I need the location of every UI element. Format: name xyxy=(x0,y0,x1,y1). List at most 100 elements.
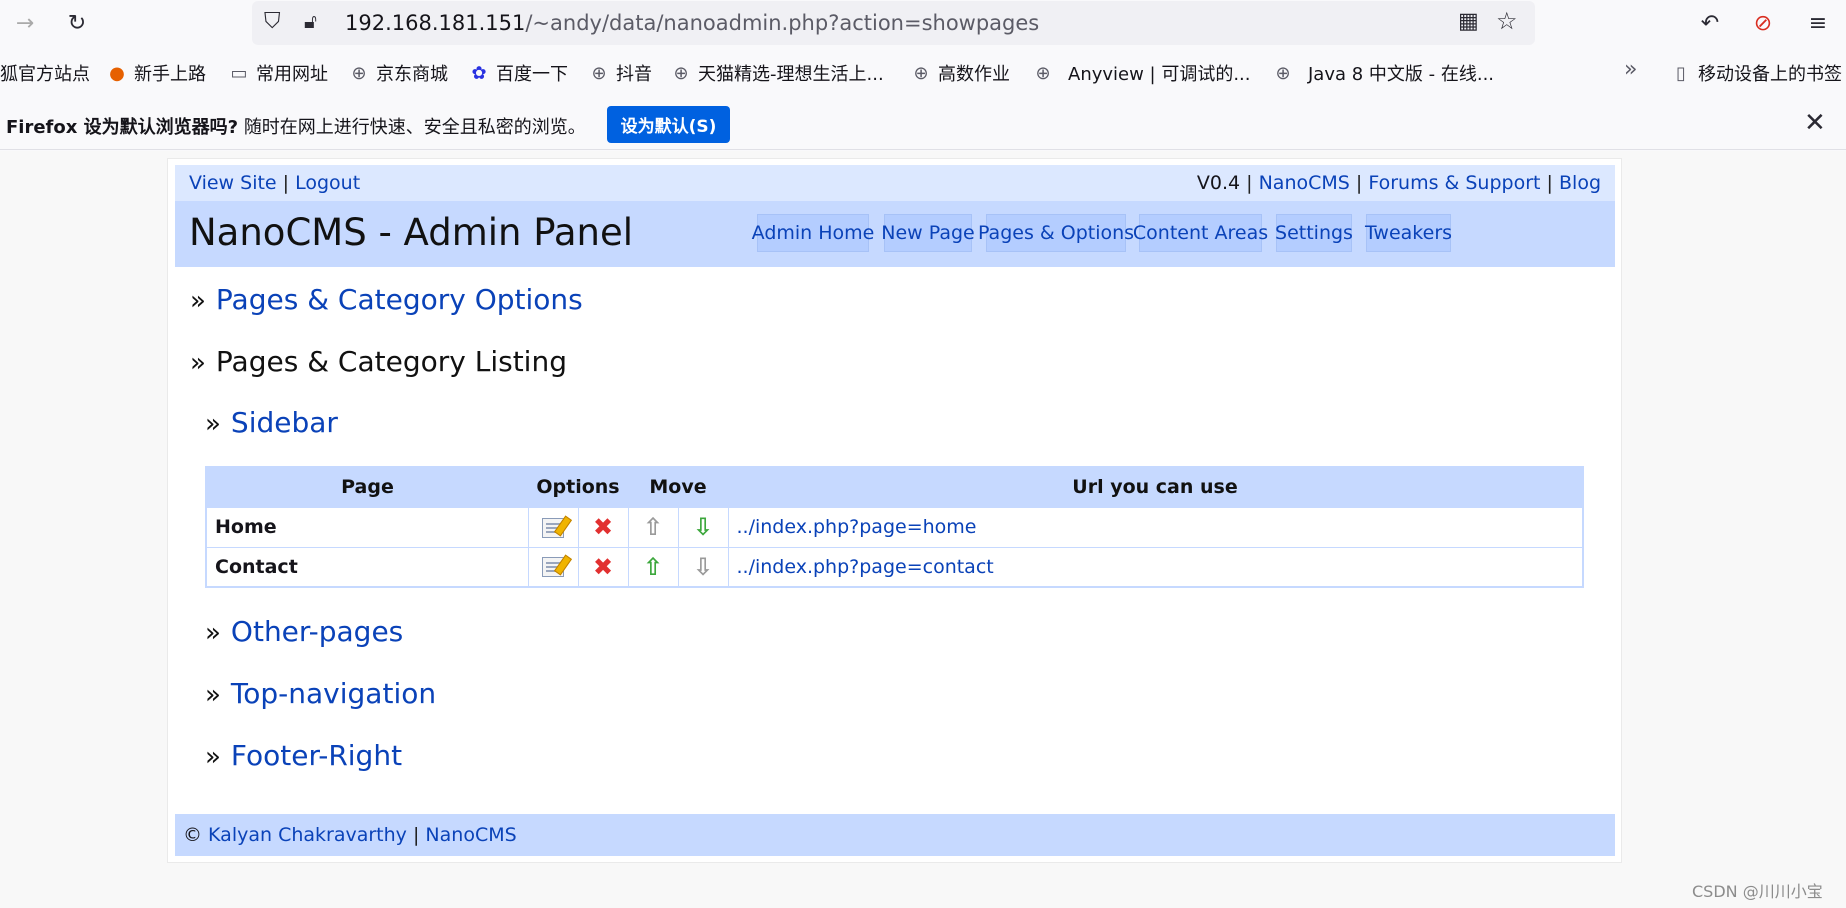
star-bookmark-icon[interactable]: ☆ xyxy=(1496,7,1518,35)
reload-icon[interactable]: ↻ xyxy=(60,6,94,40)
category-heading: » Other-pages xyxy=(205,615,403,648)
table-row: Home ✖ ⇧ ⇩ ../index.php?page=home xyxy=(205,506,1584,548)
author-link[interactable]: Kalyan Chakravarthy xyxy=(208,824,407,846)
browser-toolbar: → ↻ ⛉ 🔓︎ 192.168.181.151/~andy/data/nano… xyxy=(0,0,1846,46)
nav-tweakers[interactable]: Tweakers xyxy=(1365,214,1452,252)
admin-panel: View Site | Logout V0.4 | NanoCMS | Foru… xyxy=(167,158,1622,863)
copyright-symbol: © xyxy=(183,824,202,846)
bookmarks-bar: 狐官方站点 ● 新手上路 ▭ 常用网址 ⊕ 京东商城 ✿ 百度一下 ⊕ 抖音 ⊕ 天猫精选-… xyxy=(0,50,1846,96)
bookmark-item[interactable]: ⊕ 京东商城 xyxy=(348,60,448,86)
url-bar[interactable]: ⛉ 🔓︎ 192.168.181.151/~andy/data/nanoadmi… xyxy=(252,1,1535,45)
globe-icon: ⊕ xyxy=(1275,62,1291,84)
version-label: V0.4 xyxy=(1196,172,1241,194)
blog-link[interactable]: Blog xyxy=(1559,172,1601,194)
url-text[interactable]: 192.168.181.151/~andy/data/nanoadmin.php… xyxy=(345,11,1039,35)
pages-category-options-link[interactable]: Pages & Category Options xyxy=(216,283,583,316)
view-site-link[interactable]: View Site xyxy=(189,172,277,194)
forward-icon[interactable]: → xyxy=(8,6,42,40)
globe-icon: ⊕ xyxy=(1035,62,1051,84)
column-header-move: Move xyxy=(628,467,728,507)
column-header-options: Options xyxy=(528,467,628,507)
nav-admin-home[interactable]: Admin Home xyxy=(752,214,874,252)
folder-icon: ▭ xyxy=(230,62,248,84)
nav-pages-options[interactable]: Pages & Options xyxy=(978,214,1134,252)
category-heading: » Sidebar xyxy=(205,406,338,439)
category-top-navigation-link[interactable]: Top-navigation xyxy=(231,677,436,710)
bookmark-item[interactable]: ⊕ Java 8 中文版 - 在线... xyxy=(1272,60,1494,86)
baidu-icon: ✿ xyxy=(471,62,487,84)
edit-page-button[interactable] xyxy=(527,506,579,548)
separator: | xyxy=(1355,172,1363,194)
separator: | xyxy=(1546,172,1553,194)
page-name: Home xyxy=(205,506,529,548)
admin-header: NanoCMS - Admin Panel Admin Home New Pag… xyxy=(175,201,1615,267)
separator: | xyxy=(1246,172,1253,194)
globe-icon: ⊕ xyxy=(591,62,607,84)
move-up-button: ⇧ xyxy=(627,506,679,548)
shield-icon[interactable]: ⛉ xyxy=(264,9,281,34)
category-heading: » Footer-Right xyxy=(205,739,402,772)
close-icon[interactable]: ✕ xyxy=(1804,108,1826,138)
bookmark-item[interactable]: ✿ 百度一下 xyxy=(468,60,568,86)
globe-icon: ⊕ xyxy=(673,62,689,84)
nanocms-link[interactable]: NanoCMS xyxy=(1259,172,1350,194)
listing-heading-text: Pages & Category Listing xyxy=(215,345,567,378)
raquo-marker: » xyxy=(190,286,206,316)
delete-page-button[interactable]: ✖ xyxy=(577,546,629,588)
raquo-marker: » xyxy=(205,409,221,439)
move-down-button[interactable]: ⇩ xyxy=(677,506,729,548)
insecure-lock-icon[interactable]: 🔓︎ xyxy=(304,9,317,33)
mobile-bookmarks[interactable]: ▯ 移动设备上的书签 xyxy=(1670,60,1842,86)
bookmarks-overflow-icon[interactable]: » xyxy=(1624,57,1637,82)
forums-support-link[interactable]: Forums & Support xyxy=(1368,172,1540,194)
logout-link[interactable]: Logout xyxy=(295,172,360,194)
separator: | xyxy=(282,172,290,194)
table-row: Contact ✖ ⇧ ⇩ ../index.php?page=contact xyxy=(205,546,1584,588)
listing-heading: » Pages & Category Listing xyxy=(190,345,567,378)
bookmark-item[interactable]: 狐官方站点 xyxy=(0,60,90,86)
nav-settings[interactable]: Settings xyxy=(1275,214,1353,252)
bookmark-item[interactable]: ⊕ 抖音 xyxy=(588,60,652,86)
pages-table: Page Options Move Url you can use Home ✖… xyxy=(205,466,1584,588)
page-url-cell: ../index.php?page=home xyxy=(727,506,1584,548)
page-url-link[interactable]: ../index.php?page=home xyxy=(737,516,977,538)
blocked-extension-icon[interactable]: ⊘ xyxy=(1746,6,1780,40)
bookmark-item[interactable]: ▭ 常用网址 xyxy=(228,60,328,86)
arrow-down-icon: ⇩ xyxy=(692,513,714,541)
page-url-cell: ../index.php?page=contact xyxy=(727,546,1584,588)
bookmark-item[interactable]: ● 新手上路 xyxy=(106,60,206,86)
bookmark-item[interactable]: ⊕ Anyview | 可调试的... xyxy=(1032,60,1250,86)
bookmark-item[interactable]: ⊕ 高数作业 xyxy=(910,60,1010,86)
delete-icon: ✖ xyxy=(592,513,614,541)
notification-text: Firefox 设为默认浏览器吗? 随时在网上进行快速、安全且私密的浏览。 xyxy=(6,117,586,138)
nav-content-areas[interactable]: Content Areas xyxy=(1133,214,1268,252)
raquo-marker: » xyxy=(205,742,221,772)
separator: | xyxy=(412,824,420,846)
category-sidebar-link[interactable]: Sidebar xyxy=(231,406,338,439)
menu-icon[interactable]: ≡ xyxy=(1801,6,1835,40)
footer-nanocms-link[interactable]: NanoCMS xyxy=(425,824,516,846)
delete-page-button[interactable]: ✖ xyxy=(577,506,629,548)
mobile-device-icon: ▯ xyxy=(1676,62,1686,84)
delete-icon: ✖ xyxy=(592,552,614,581)
qr-code-icon[interactable]: ▦ xyxy=(1458,9,1479,34)
arrow-up-icon: ⇧ xyxy=(642,513,664,541)
move-up-button[interactable]: ⇧ xyxy=(627,546,679,588)
category-heading: » Top-navigation xyxy=(205,677,436,710)
firefox-icon: ● xyxy=(109,62,125,84)
back-arrow-icon[interactable]: ↶ xyxy=(1693,6,1727,40)
edit-page-button[interactable] xyxy=(527,546,579,588)
edit-icon xyxy=(542,557,564,578)
category-footer-right-link[interactable]: Footer-Right xyxy=(231,739,402,772)
raquo-marker: » xyxy=(205,680,221,710)
category-other-pages-link[interactable]: Other-pages xyxy=(231,615,403,648)
globe-icon: ⊕ xyxy=(913,62,929,84)
nav-new-page[interactable]: New Page xyxy=(881,214,975,252)
edit-icon xyxy=(542,517,564,538)
column-header-page: Page xyxy=(206,467,528,507)
page-url-link[interactable]: ../index.php?page=contact xyxy=(737,556,994,578)
raquo-marker: » xyxy=(205,618,221,648)
set-default-button[interactable]: 设为默认(S) xyxy=(607,106,730,143)
bookmark-item[interactable]: ⊕ 天猫精选-理想生活上... xyxy=(670,60,883,86)
globe-icon: ⊕ xyxy=(351,62,367,84)
